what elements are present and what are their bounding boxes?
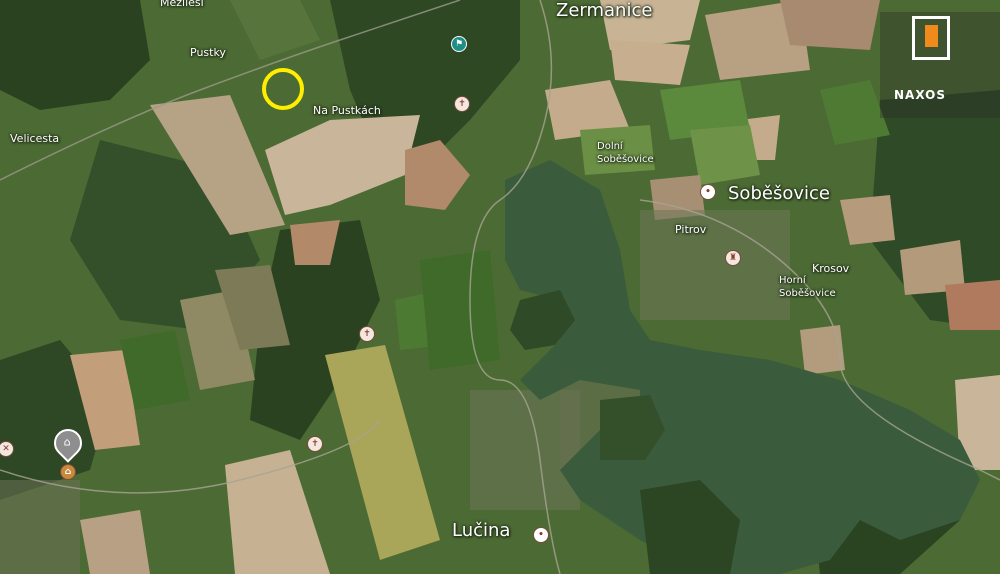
place-label-krosov: Krosov (812, 262, 850, 275)
church-icon[interactable]: ✝ (307, 436, 323, 452)
museum-icon[interactable]: ⌂ (60, 464, 76, 480)
place-dot-icon[interactable]: • (533, 527, 549, 543)
landmark-icon[interactable]: ⚑ (451, 36, 467, 52)
place-label-zermanice: Zermanice (556, 0, 653, 21)
naxos-logo: NAXOS (880, 12, 1000, 118)
property-location-marker[interactable] (0, 0, 1000, 574)
place-label-dolni-line1: Dolní (597, 141, 623, 152)
place-label-horni-line1: Horní (779, 275, 806, 286)
logo-text: NAXOS (894, 88, 946, 102)
castle-icon[interactable]: ♜ (725, 250, 741, 266)
place-label-na-pustkach: Na Pustkách (313, 104, 381, 117)
place-label-lucina: Lučina (452, 520, 511, 541)
logo-mark-icon (912, 16, 950, 60)
place-label-horni-line2: Soběšovice (779, 288, 836, 299)
church-icon[interactable]: ✝ (454, 96, 470, 112)
place-label-dolni-line2: Soběšovice (597, 154, 654, 165)
place-label-mezilesi: Mezilesí (160, 0, 204, 9)
place-label-pustky: Pustky (190, 46, 226, 59)
satellite-map[interactable]: Zermanice Soběšovice Lučina Mezilesí Pus… (0, 0, 1000, 574)
place-dot-icon[interactable]: • (700, 184, 716, 200)
place-label-pitrov: Pitrov (675, 223, 707, 236)
place-label-velicesta: Velicesta (10, 132, 60, 145)
church-icon[interactable]: ✝ (359, 326, 375, 342)
place-label-sobesovice: Soběšovice (728, 183, 830, 204)
